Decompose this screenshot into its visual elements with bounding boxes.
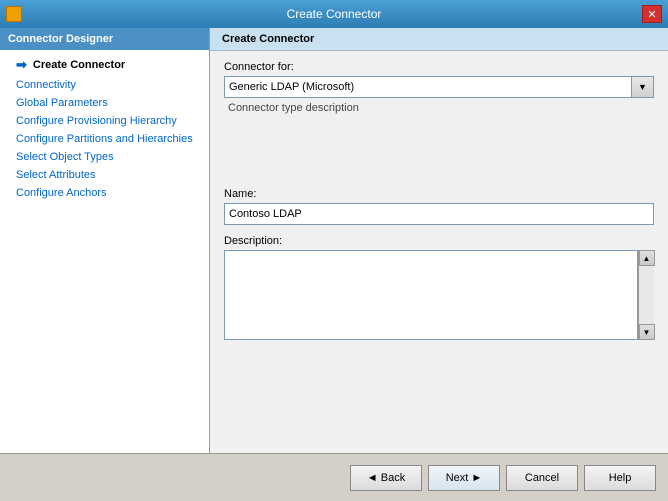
sidebar-item-label-global-parameters: Global Parameters (16, 97, 108, 109)
close-button[interactable]: ✕ (642, 5, 662, 23)
sidebar-item-label-configure-anchors: Configure Anchors (16, 187, 107, 199)
dropdown-arrow-icon[interactable]: ▼ (632, 76, 654, 98)
sidebar-item-label-select-attributes: Select Attributes (16, 169, 96, 181)
bottom-bar: ◄ Back Next ► Cancel Help (0, 453, 668, 501)
back-button[interactable]: ◄ Back (350, 465, 422, 491)
sidebar-item-label-connectivity: Connectivity (16, 79, 76, 91)
content-area: Connector Designer ➡ Create Connector Co… (0, 28, 668, 453)
app-icon (6, 6, 22, 22)
description-textarea-container: ▲ ▼ (224, 250, 654, 343)
connector-type-description: Connector type description (224, 98, 654, 118)
connector-dropdown-container: Generic LDAP (Microsoft) Active Director… (224, 76, 654, 98)
description-scrollbar: ▲ ▼ (638, 250, 654, 340)
name-input[interactable] (224, 203, 654, 225)
sidebar-item-create-connector[interactable]: ➡ Create Connector (0, 54, 209, 76)
sidebar-item-configure-anchors[interactable]: Configure Anchors (0, 184, 209, 202)
scrollbar-track (639, 266, 654, 324)
sidebar-item-label-configure-partitions: Configure Partitions and Hierarchies (16, 133, 193, 145)
help-button[interactable]: Help (584, 465, 656, 491)
right-panel: Create Connector Connector for: Generic … (210, 28, 668, 453)
sidebar-item-label-configure-provisioning: Configure Provisioning Hierarchy (16, 115, 177, 127)
description-group: Description: ▲ ▼ (224, 235, 654, 343)
right-panel-header: Create Connector (210, 28, 668, 51)
next-button[interactable]: Next ► (428, 465, 500, 491)
scrollbar-up-button[interactable]: ▲ (639, 250, 655, 266)
scrollbar-down-button[interactable]: ▼ (639, 324, 655, 340)
name-group: Name: (224, 188, 654, 225)
sidebar-item-configure-partitions[interactable]: Configure Partitions and Hierarchies (0, 130, 209, 148)
arrow-icon: ➡ (16, 57, 27, 73)
sidebar-item-global-parameters[interactable]: Global Parameters (0, 94, 209, 112)
title-bar-left (6, 6, 22, 22)
window-title: Create Connector (0, 7, 668, 21)
description-label: Description: (224, 235, 654, 247)
sidebar-item-select-object-types[interactable]: Select Object Types (0, 148, 209, 166)
cancel-button[interactable]: Cancel (506, 465, 578, 491)
sidebar: Connector Designer ➡ Create Connector Co… (0, 28, 210, 453)
description-textarea[interactable] (224, 250, 638, 340)
sidebar-item-label-create-connector: Create Connector (33, 59, 125, 71)
sidebar-header: Connector Designer (0, 28, 209, 50)
right-panel-content: Connector for: Generic LDAP (Microsoft) … (210, 51, 668, 453)
connector-for-label: Connector for: (224, 61, 654, 73)
sidebar-item-configure-provisioning[interactable]: Configure Provisioning Hierarchy (0, 112, 209, 130)
sidebar-item-label-select-object-types: Select Object Types (16, 151, 114, 163)
connector-for-select[interactable]: Generic LDAP (Microsoft) Active Director… (224, 76, 632, 98)
connector-for-group: Connector for: Generic LDAP (Microsoft) … (224, 61, 654, 118)
main-container: Connector Designer ➡ Create Connector Co… (0, 28, 668, 501)
sidebar-items: ➡ Create Connector Connectivity Global P… (0, 50, 209, 453)
sidebar-item-select-attributes[interactable]: Select Attributes (0, 166, 209, 184)
spacer (224, 128, 654, 188)
name-label: Name: (224, 188, 654, 200)
title-bar: Create Connector ✕ (0, 0, 668, 28)
sidebar-item-connectivity[interactable]: Connectivity (0, 76, 209, 94)
